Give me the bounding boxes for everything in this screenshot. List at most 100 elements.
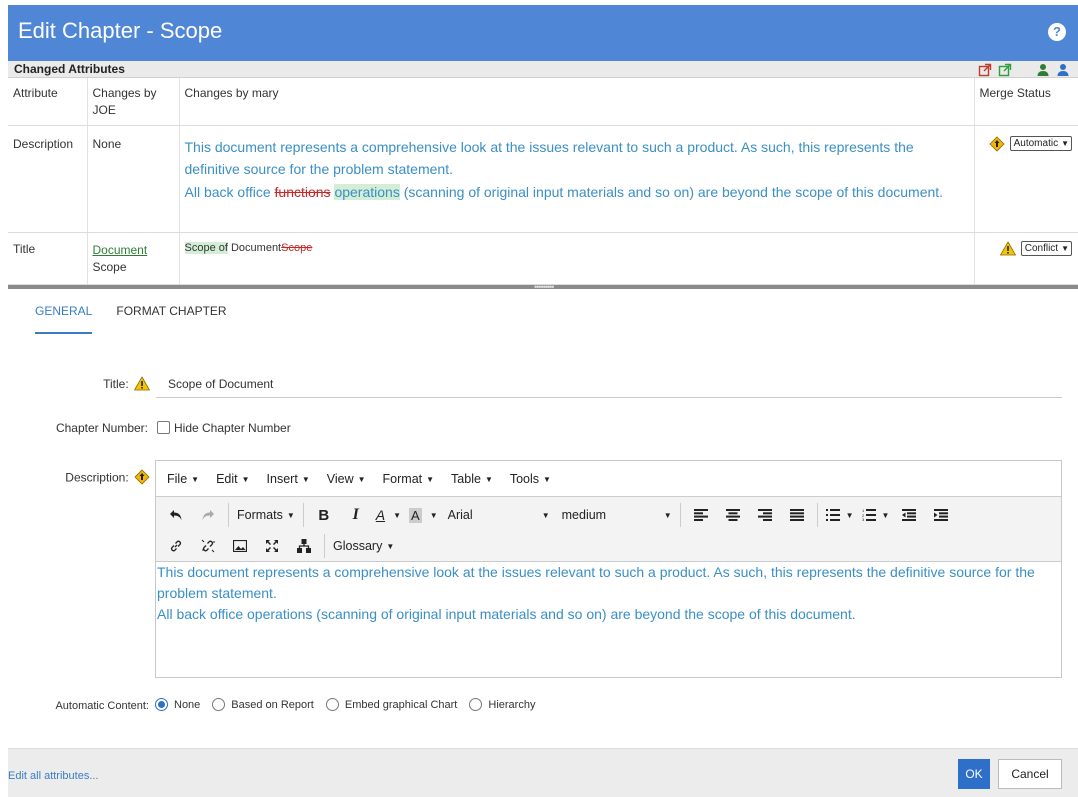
menu-view-label: View [326,471,354,486]
font-size-value: medium [561,508,607,522]
ok-button[interactable]: OK [958,759,990,789]
image-icon[interactable] [228,534,252,558]
glossary-label: Glossary [333,539,383,553]
joe-title-link[interactable]: Document [93,242,173,259]
title-label: Title: [103,377,129,392]
help-icon[interactable]: ? [1048,23,1066,41]
align-justify-icon[interactable] [785,503,809,527]
merge-status-value: Conflict [1024,242,1059,254]
radio-hierarchy[interactable] [469,698,483,711]
radio-option-hierarchy[interactable]: Hierarchy [469,698,535,711]
mary-description-line1: This document represents a comprehensive… [184,138,914,177]
editor-toolbar: Formats ▼ B I A ▼ A ▼ Arial ▼ medium ▼ ▼ 1 2 3 ▼ [156,496,1061,562]
menu-format-label: Format [382,471,423,486]
radio-based-on-report[interactable] [212,698,226,711]
radio-embed-chart[interactable] [325,698,339,711]
menu-tools[interactable]: Tools ▼ [510,468,560,490]
cancel-button[interactable]: Cancel [998,759,1062,789]
menu-tools-label: Tools [509,471,540,486]
radio-option-based-on-report[interactable]: Based on Report [212,698,314,711]
radio-embed-chart-label: Embed graphical Chart [344,698,458,711]
header-merge-status: Merge Status [974,78,1078,126]
font-size-select[interactable]: medium ▼ [558,503,672,527]
row-mary-value: This document represents a comprehensive… [179,125,975,233]
dialog-footer: Edit all attributes... OK Cancel [8,748,1078,797]
editor-menubar: File ▼ Edit ▼ Insert ▼ View ▼ Format ▼ Table ▼… [156,461,1061,496]
description-editor: File ▼ Edit ▼ Insert ▼ View ▼ Format ▼ Table ▼… [155,460,1062,678]
undo-icon[interactable] [164,503,188,527]
link-icon[interactable] [164,534,188,558]
svg-text:3: 3 [862,517,865,521]
tab-general[interactable]: GENERAL [35,304,93,334]
toolbar-row-1: Formats ▼ B I A ▼ A ▼ Arial ▼ medium ▼ ▼ 1 2 3 ▼ [164,500,961,530]
menu-view[interactable]: View ▼ [327,468,375,490]
background-color-button[interactable]: A ▼ [409,503,438,527]
header-changes-by-joe: Changes by JOE [87,78,180,126]
toolbar-separator [324,534,325,558]
radio-option-none[interactable]: None [155,698,200,711]
editor-content[interactable]: This document represents a comprehensive… [156,562,1061,625]
text-color-button[interactable]: A ▼ [376,503,401,527]
mary-description-line2: All back office functions operations (sc… [185,180,968,203]
indent-icon[interactable] [929,503,953,527]
toolbar-separator [816,503,818,527]
align-center-icon[interactable] [721,503,745,527]
open-external-green-icon[interactable] [998,63,1012,77]
hide-chapter-number-label: Hide Chapter Number [174,421,291,435]
automatic-content-label: Automatic Content: [55,700,149,712]
row-joe-value: None [87,125,180,233]
deleted-text: functions [274,183,331,200]
menu-file-label: File [167,471,188,486]
pane-splitter[interactable]: ••••••••• [8,283,1078,292]
bold-button[interactable]: B [312,503,336,527]
row-mary-value: Scope of DocumentScope [179,232,975,285]
menu-file[interactable]: File ▼ [167,468,208,490]
user-green-icon[interactable] [1036,63,1050,77]
open-external-icon[interactable] [978,63,992,77]
changed-attributes-actions [978,61,1070,78]
glossary-dropdown[interactable]: Glossary ▼ [333,534,394,558]
menu-table-label: Table [451,471,481,486]
font-family-select[interactable]: Arial ▼ [446,503,550,527]
joe-title-text: Scope [92,259,127,274]
line2-prefix: All back office [184,183,275,200]
line2-suffix: (scanning of original input materials an… [399,183,944,200]
dialog-header: Edit Chapter - Scope ? [8,5,1078,61]
radio-option-embed-chart[interactable]: Embed graphical Chart [325,698,458,711]
menu-format[interactable]: Format ▼ [383,468,444,490]
radio-hierarchy-label: Hierarchy [488,698,536,711]
merge-status-select[interactable]: Conflict ▼ [1020,240,1072,256]
merge-status-select[interactable]: Automatic ▼ [1009,135,1072,151]
tab-bar: GENERAL FORMAT CHAPTER [35,304,227,334]
radio-none[interactable] [155,698,168,711]
outdent-icon[interactable] [897,503,921,527]
menu-table[interactable]: Table ▼ [451,468,502,490]
hierarchy-icon[interactable] [292,534,316,558]
unlink-icon[interactable] [196,534,220,558]
italic-button[interactable]: I [344,503,368,527]
automatic-content-radio-group: None Based on Report Embed graphical Cha… [155,698,547,711]
fullscreen-icon[interactable] [260,534,284,558]
edit-chapter-dialog: Edit Chapter - Scope ? Changed Attribute… [0,0,1078,797]
menu-edit[interactable]: Edit ▼ [216,468,258,490]
inserted-text: operations [334,183,400,200]
hide-chapter-number-checkbox[interactable] [157,421,170,434]
splitter-grip-icon[interactable]: ••••••••• [534,283,554,292]
align-left-icon[interactable] [689,503,713,527]
title-input[interactable] [156,370,1062,398]
description-label: Description: [65,470,129,485]
warning-icon [999,240,1016,259]
changes-table-container: Attribute Changes by JOE Changes by mary… [8,78,1078,285]
header-attribute: Attribute [8,78,88,126]
menu-insert-label: Insert [266,471,298,486]
edit-all-attributes-link[interactable]: Edit all attributes... [8,770,99,782]
tab-format-chapter[interactable]: FORMAT CHAPTER [116,304,226,334]
table-row: Description None This document represent… [8,125,1078,233]
bullet-list-icon[interactable]: ▼ [825,503,854,527]
menu-insert[interactable]: Insert ▼ [267,468,319,490]
align-right-icon[interactable] [753,503,777,527]
formats-dropdown[interactable]: Formats ▼ [237,503,295,527]
numbered-list-icon[interactable]: 1 2 3 ▼ [862,503,889,527]
user-blue-icon[interactable] [1056,63,1070,77]
redo-icon[interactable] [196,503,220,527]
